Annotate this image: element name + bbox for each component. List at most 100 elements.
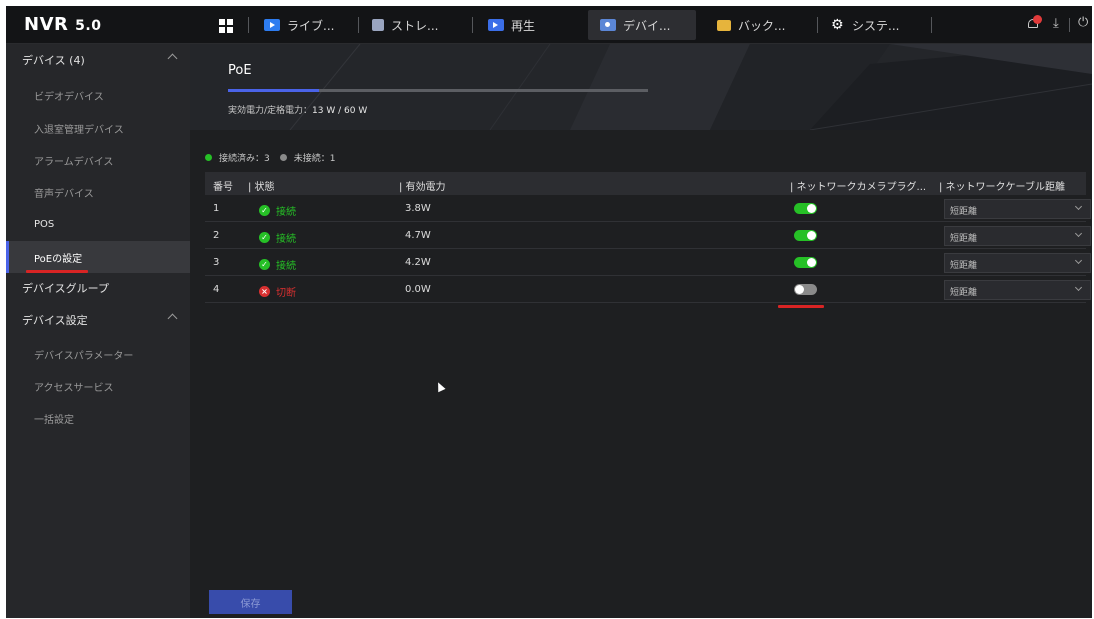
power-value: 4.7W — [405, 230, 431, 241]
sidebar-group-label: デバイス (4) — [22, 54, 85, 67]
camera-plug-toggle[interactable] — [794, 284, 817, 295]
select-value: 短距離 — [950, 234, 978, 244]
home-grid-icon[interactable] — [219, 19, 233, 33]
annotation-underline — [778, 305, 824, 308]
header-cable-distance: | ネットワークケーブル距離 — [939, 182, 1065, 193]
status-cell: ✓ 接続 — [259, 257, 296, 272]
tab-playback[interactable]: 再生 — [482, 10, 572, 40]
sidebar-item-label: アクセスサービス — [34, 382, 114, 394]
select-value: 短距離 — [950, 207, 978, 217]
sidebar-group-device-settings[interactable]: デバイス設定 — [6, 304, 190, 336]
sidebar-group-device-groups[interactable]: デバイスグループ — [6, 272, 190, 304]
tab-label: 再生 — [511, 18, 536, 33]
tab-live-view[interactable]: ライブ... — [258, 10, 348, 40]
sidebar-item-label: 音声デバイス — [34, 188, 94, 200]
logo-main: NVR — [24, 14, 69, 35]
poe-header-banner: PoE 実効電力/定格電力：13 W / 60 W — [190, 44, 1092, 130]
playback-icon — [488, 19, 504, 31]
tab-label: システ... — [852, 18, 900, 33]
status-text: 接続 — [276, 261, 296, 272]
power-value: 3.8W — [405, 203, 431, 214]
chevron-down-icon — [1074, 283, 1083, 292]
top-navigation-bar: NVR 5.0 ライブ... ストレ... 再生 デバイ... バック... ⚙ — [6, 6, 1092, 44]
row-number: 1 — [213, 203, 220, 214]
table-row: 3 ✓ 接続 4.2W 短距離 — [205, 249, 1091, 276]
tab-system[interactable]: ⚙ システ... — [825, 10, 925, 40]
logo-version: 5.0 — [75, 18, 102, 34]
sidebar-item-label: PoEの設定 — [34, 253, 83, 265]
check-circle-icon: ✓ — [259, 232, 270, 243]
sidebar-item-access-service[interactable]: アクセスサービス — [6, 370, 190, 402]
sidebar-group-devices[interactable]: デバイス (4) — [6, 44, 190, 76]
tab-separator — [931, 17, 932, 33]
sidebar-item-batch-settings[interactable]: 一括設定 — [6, 402, 190, 434]
row-number: 4 — [213, 284, 220, 295]
connection-legend: 接続済み：3 未接続：1 — [205, 151, 335, 164]
status-cell: ✓ 接続 — [259, 230, 296, 245]
tab-label: バック... — [738, 18, 786, 33]
sidebar-item-label: 一括設定 — [34, 414, 74, 426]
tab-separator — [248, 17, 249, 33]
table-row: 4 × 切断 0.0W 短距離 — [205, 276, 1091, 303]
table-row: 1 ✓ 接続 3.8W 短距離 — [205, 195, 1091, 222]
mouse-cursor-icon — [434, 380, 446, 393]
sidebar-item-label: ビデオデバイス — [34, 91, 104, 103]
sidebar-group-label: デバイスグループ — [22, 282, 110, 295]
power-value: 4.2W — [405, 257, 431, 268]
connected-count: 接続済み：3 — [219, 153, 270, 164]
status-cell: ✓ 接続 — [259, 203, 296, 218]
power-usage-text: 実効電力/定格電力：13 W / 60 W — [228, 103, 367, 116]
download-icon[interactable]: ⤓ — [1053, 17, 1065, 30]
tab-devices[interactable]: デバイ... — [588, 10, 696, 40]
power-icon[interactable]: ⏻ — [1078, 16, 1092, 30]
table-row: 2 ✓ 接続 4.7W 短距離 — [205, 222, 1091, 249]
storage-icon — [372, 19, 384, 31]
sidebar-item-video-devices[interactable]: ビデオデバイス — [6, 79, 190, 111]
chevron-down-icon — [1074, 229, 1083, 238]
chevron-up-icon — [167, 313, 178, 324]
sidebar-item-poe-settings[interactable]: PoEの設定 — [6, 241, 190, 273]
save-button[interactable]: 保存 — [209, 590, 292, 614]
sidebar-item-audio-devices[interactable]: 音声デバイス — [6, 176, 190, 208]
tab-backup[interactable]: バック... — [711, 10, 807, 40]
header-camera-plug: | ネットワークカメラプラグ... — [790, 182, 927, 193]
cable-distance-select[interactable]: 短距離 — [944, 199, 1091, 219]
tab-separator — [817, 17, 818, 33]
status-text: 接続 — [276, 207, 296, 218]
sidebar-item-label: デバイスパラメーター — [34, 350, 134, 362]
camera-plug-toggle[interactable] — [794, 257, 817, 268]
check-circle-icon: ✓ — [259, 259, 270, 270]
bell-icon[interactable] — [1027, 15, 1042, 30]
sidebar-item-device-parameters[interactable]: デバイスパラメーター — [6, 338, 190, 370]
sidebar-group-label: デバイス設定 — [22, 314, 88, 327]
cable-distance-select[interactable]: 短距離 — [944, 280, 1091, 300]
sidebar-item-pos[interactable]: POS — [6, 208, 190, 240]
tab-storage[interactable]: ストレ... — [366, 10, 462, 40]
row-number: 2 — [213, 230, 220, 241]
device-icon — [600, 19, 616, 31]
tab-separator — [358, 17, 359, 33]
sidebar-item-label: 入退室管理デバイス — [34, 124, 124, 136]
nvr-logo: NVR 5.0 — [24, 14, 101, 35]
sidebar-item-alarm-devices[interactable]: アラームデバイス — [6, 144, 190, 176]
camera-plug-toggle[interactable] — [794, 230, 817, 241]
page-title: PoE — [228, 63, 252, 78]
cable-distance-select[interactable]: 短距離 — [944, 253, 1091, 273]
table-header: 番号 | 状態 | 有効電力 | ネットワークカメラプラグ... | ネットワー… — [205, 172, 1086, 195]
sidebar-item-access-control[interactable]: 入退室管理デバイス — [6, 112, 190, 144]
header-power: | 有効電力 — [399, 182, 446, 193]
power-usage-bar — [228, 89, 648, 92]
select-value: 短距離 — [950, 288, 978, 298]
status-text: 接続 — [276, 234, 296, 245]
camera-plug-toggle[interactable] — [794, 203, 817, 214]
power-value: 0.0W — [405, 284, 431, 295]
tab-label: ライブ... — [287, 18, 335, 33]
cable-distance-select[interactable]: 短距離 — [944, 226, 1091, 246]
system-gear-icon: ⚙ — [831, 17, 844, 33]
disconnected-dot-icon — [279, 153, 287, 161]
tab-label: ストレ... — [391, 18, 439, 33]
sidebar-item-label: POS — [34, 218, 55, 230]
sidebar: デバイス (4) ビデオデバイス 入退室管理デバイス アラームデバイス 音声デバ… — [6, 44, 190, 618]
row-number: 3 — [213, 257, 220, 268]
tab-label: デバイ... — [623, 18, 671, 33]
